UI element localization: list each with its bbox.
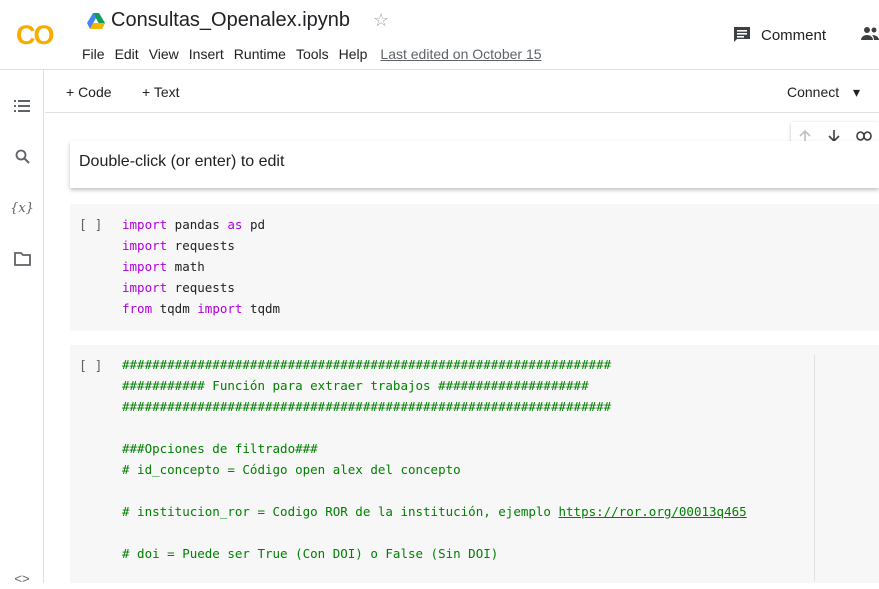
code-line: ########################################… (122, 396, 747, 417)
code-token: # institucion_ror = Codigo ROR de la ins… (122, 504, 559, 519)
run-cell-button[interactable]: [ ] (79, 218, 102, 233)
run-cell-button[interactable]: [ ] (79, 359, 102, 374)
code-token: requests (167, 238, 235, 253)
code-token: pd (242, 217, 266, 232)
code-line: import requests (122, 277, 280, 298)
code-line: ########################################… (122, 354, 747, 375)
code-line: # institucion_ror = Codigo ROR de la ins… (122, 501, 747, 522)
code-line: ########### Función para extraer trabajo… (122, 375, 747, 396)
code-token: ###Opciones de filtrado### (122, 441, 318, 456)
link-icon[interactable] (855, 131, 872, 141)
chevron-down-icon[interactable]: ▾ (853, 84, 860, 100)
code-token: pandas (167, 217, 228, 232)
code-cell-2[interactable]: [ ] ####################################… (70, 345, 879, 583)
text-cell[interactable]: Double-click (or enter) to edit (70, 141, 879, 188)
menu-edit[interactable]: Edit (115, 46, 139, 62)
code-token: requests (167, 280, 235, 295)
code-token: ########### Función para extraer trabajo… (122, 378, 589, 393)
code-token: as (227, 217, 243, 232)
notebook-title[interactable]: Consultas_Openalex.ipynb (111, 9, 350, 32)
connect-label: Connect (787, 84, 840, 100)
code-line: # doi = Puede ser True (Con DOI) o False… (122, 543, 747, 564)
code-token: ########################################… (122, 399, 612, 414)
line-length-ruler (814, 355, 815, 581)
left-sidebar: {x} <> (0, 70, 44, 586)
code-line: # id_concepto = Código open alex del con… (122, 459, 747, 480)
notebook-toolbar: + Code + Text Connect ▾ (45, 70, 879, 113)
code-editor[interactable]: ########################################… (122, 354, 747, 564)
code-snippets-icon[interactable]: <> (11, 567, 33, 589)
code-link[interactable]: https://ror.org/00013q465 (559, 504, 747, 519)
code-line: from tqdm import tqdm (122, 298, 280, 319)
menu-tools[interactable]: Tools (296, 46, 329, 62)
comment-label: Comment (761, 26, 827, 44)
code-token: ########################################… (122, 357, 612, 372)
last-edited-link[interactable]: Last edited on October 15 (380, 46, 541, 62)
code-token: from (122, 301, 153, 316)
add-text-button[interactable]: + Text (142, 84, 180, 100)
folder-icon[interactable] (11, 248, 33, 270)
code-line: import math (122, 256, 280, 277)
share-icon[interactable] (861, 25, 879, 43)
colab-logo[interactable]: CO (16, 20, 54, 51)
menu-view[interactable]: View (149, 46, 179, 62)
code-token: tqdm (152, 301, 198, 316)
add-code-button[interactable]: + Code (66, 84, 112, 100)
search-icon[interactable] (11, 145, 33, 167)
menu-insert[interactable]: Insert (189, 46, 224, 62)
menu-bar: File Edit View Insert Runtime Tools Help… (82, 46, 552, 62)
code-cell-1[interactable]: [ ] import pandas as pd import requests im… (70, 204, 879, 331)
code-editor[interactable]: import pandas as pd import requests import… (122, 214, 280, 319)
drive-icon[interactable] (87, 13, 105, 29)
code-token: # id_concepto = Código open alex del con… (122, 462, 461, 477)
code-line: ###Opciones de filtrado### (122, 438, 747, 459)
menu-help[interactable]: Help (339, 46, 368, 62)
code-token: import (197, 301, 243, 316)
code-token: # doi = Puede ser True (Con DOI) o False… (122, 546, 499, 561)
code-token: import (122, 238, 168, 253)
comment-button[interactable]: Comment (733, 26, 826, 44)
code-token: tqdm (242, 301, 281, 316)
variables-icon[interactable]: {x} (10, 197, 34, 219)
menu-file[interactable]: File (82, 46, 105, 62)
code-token: import (122, 259, 168, 274)
code-token: import (122, 217, 168, 232)
code-token: math (167, 259, 205, 274)
menu-runtime[interactable]: Runtime (234, 46, 286, 62)
code-line: import pandas as pd (122, 214, 280, 235)
logo-text: CO (16, 20, 54, 50)
comment-icon (734, 27, 750, 42)
code-line: import requests (122, 235, 280, 256)
star-icon[interactable]: ☆ (373, 10, 389, 31)
connect-button[interactable]: Connect ▾ (787, 84, 860, 101)
code-token: import (122, 280, 168, 295)
toc-icon[interactable] (11, 95, 33, 117)
header: CO Consultas_Openalex.ipynb ☆ File Edit … (0, 0, 879, 70)
text-cell-placeholder: Double-click (or enter) to edit (79, 153, 285, 170)
